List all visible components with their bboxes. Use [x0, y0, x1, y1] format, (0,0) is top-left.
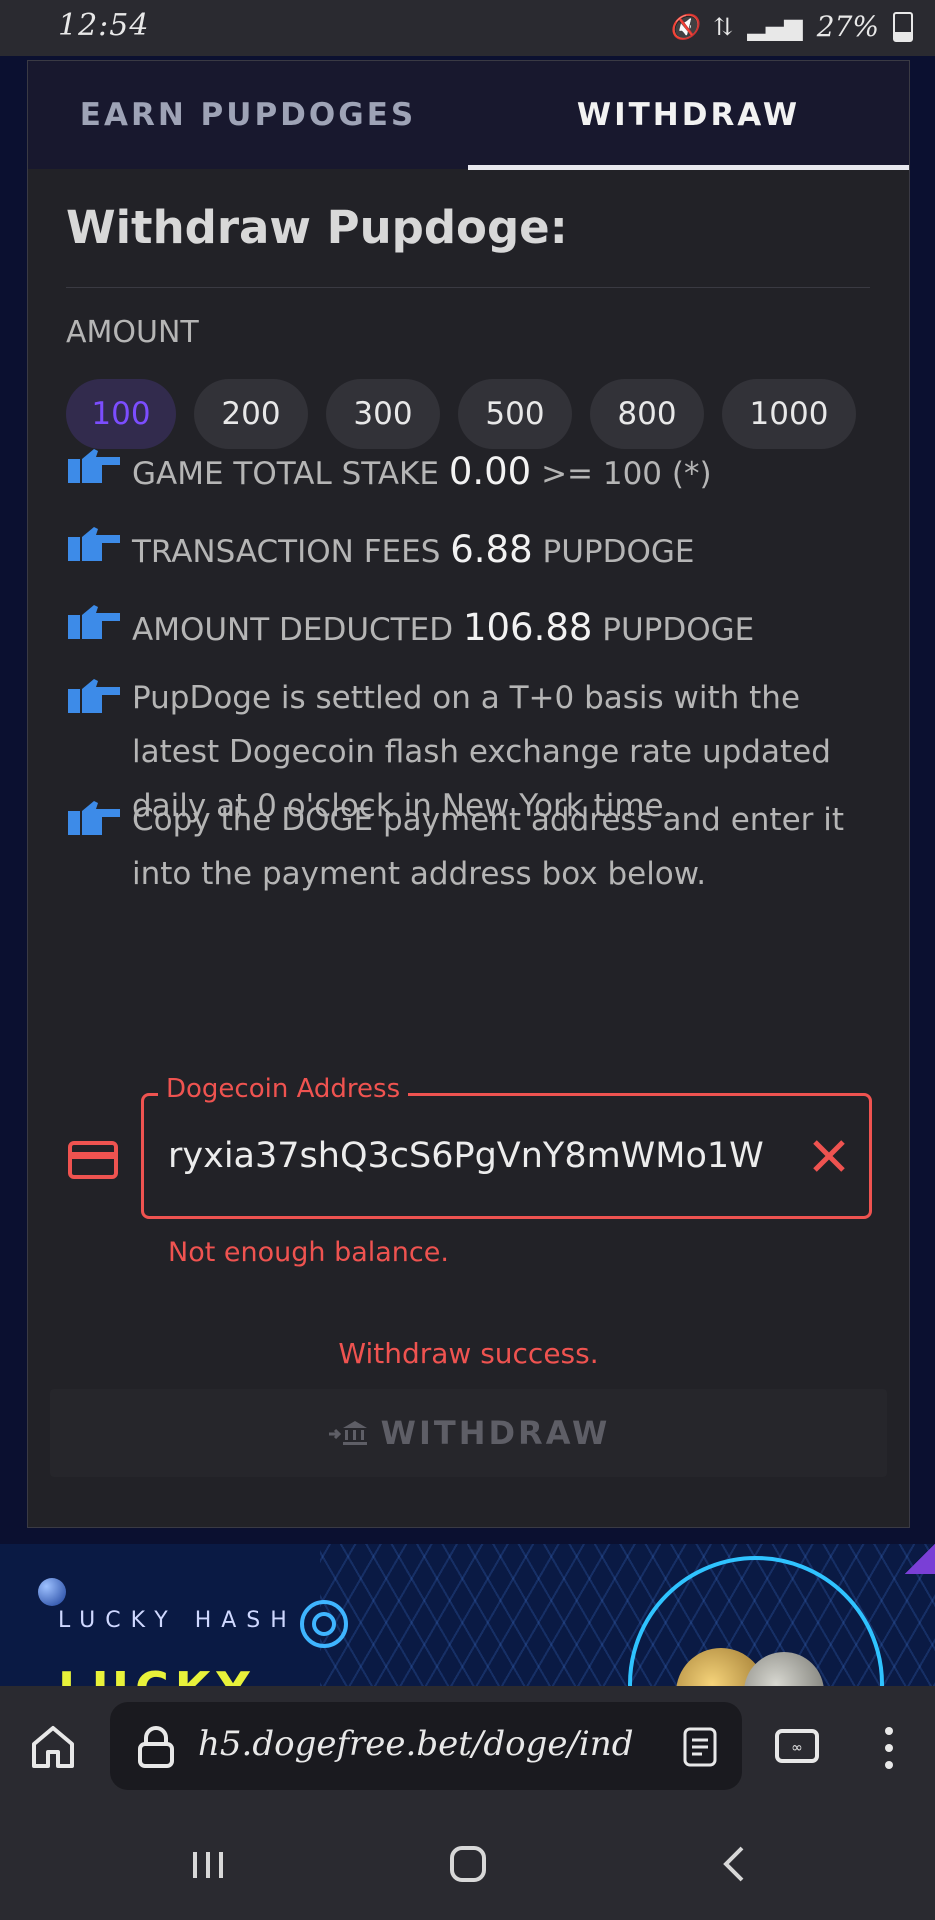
- amount-chip-200[interactable]: 200: [194, 379, 308, 449]
- mute-icon: 🔇: [669, 12, 700, 41]
- back-icon[interactable]: [720, 1844, 746, 1884]
- reader-mode-icon[interactable]: [682, 1726, 718, 1768]
- stake-label: GAME TOTAL STAKE: [132, 456, 439, 492]
- info-fees: TRANSACTION FEES 6.88 PUPDOGE: [66, 523, 694, 579]
- lock-icon: [138, 1726, 174, 1768]
- amount-chip-300[interactable]: 300: [326, 379, 440, 449]
- thumbs-up-point-icon: [68, 605, 120, 639]
- status-bar: 12:54 🔇 ⇅ ▂▄▆ 27%: [0, 0, 935, 56]
- amount-chip-1000[interactable]: 1000: [722, 379, 856, 449]
- banner-corner-accent: [905, 1544, 935, 1574]
- amount-chip-500[interactable]: 500: [458, 379, 572, 449]
- battery-percent: 27%: [816, 10, 879, 43]
- home-icon[interactable]: [30, 1724, 76, 1768]
- banner-brand: LUCKY HASH: [58, 1608, 297, 1633]
- success-message: Withdraw success.: [338, 1337, 599, 1370]
- settle-line-1: PupDoge is settled on a T+0 basis with t…: [132, 680, 801, 716]
- amount-chip-group: 100 200 300 500 800 1000: [66, 379, 856, 449]
- amount-chip-800[interactable]: 800: [590, 379, 704, 449]
- url-bar[interactable]: h5.dogefree.bet/doge/ind: [110, 1702, 742, 1790]
- fees-value: 6.88: [450, 528, 533, 571]
- thumbs-up-point-icon: [68, 801, 120, 835]
- copy-line-2: into the payment address box below.: [132, 856, 707, 892]
- data-arrows-icon: ⇅: [713, 12, 734, 41]
- close-icon[interactable]: [809, 1136, 849, 1176]
- info-deducted: AMOUNT DEDUCTED 106.88 PUPDOGE: [66, 601, 754, 657]
- credit-card-icon: [68, 1141, 118, 1179]
- recent-apps-icon[interactable]: [190, 1850, 226, 1880]
- planet-icon: [38, 1578, 66, 1606]
- page-title: Withdraw Pupdoge:: [66, 201, 568, 254]
- divider: [66, 287, 870, 288]
- amount-label: AMOUNT: [66, 315, 199, 350]
- signal-icon: ▂▄▆: [747, 12, 803, 41]
- withdraw-button-label: WITHDRAW: [380, 1414, 611, 1452]
- deducted-label: AMOUNT DEDUCTED: [132, 612, 454, 648]
- battery-icon: [893, 11, 913, 42]
- status-icons: 🔇 ⇅ ▂▄▆ 27%: [669, 10, 913, 43]
- browser-toolbar: h5.dogefree.bet/doge/ind ∞: [0, 1686, 935, 1800]
- address-input-value[interactable]: ryxia37shQ3cS6PgVnY8mWMo1W: [168, 1136, 768, 1176]
- system-nav-bar: [0, 1800, 935, 1920]
- stake-value: 0.00: [448, 450, 532, 493]
- stake-suffix: >= 100 (*): [541, 456, 712, 492]
- nav-home-icon[interactable]: [450, 1846, 486, 1882]
- thumbs-up-point-icon: [68, 527, 120, 561]
- active-tab-indicator: [468, 165, 909, 170]
- tabs-icon[interactable]: ∞: [774, 1728, 820, 1764]
- settle-line-2: latest Dogecoin flash exchange rate upda…: [132, 734, 831, 770]
- address-field-label: Dogecoin Address: [158, 1074, 409, 1104]
- info-settle-icon-row: [66, 675, 132, 715]
- withdraw-button[interactable]: WITHDRAW: [50, 1389, 887, 1477]
- hash-logo-icon: [300, 1600, 348, 1648]
- banner-headline: LUCKY HASH: [58, 1662, 348, 1686]
- tab-earn-pupdoges[interactable]: EARN PUPDOGES: [28, 61, 468, 169]
- amount-chip-100[interactable]: 100: [66, 379, 176, 449]
- address-error-text: Not enough balance.: [168, 1237, 449, 1268]
- status-time: 12:54: [58, 8, 150, 43]
- fees-label: TRANSACTION FEES: [132, 534, 441, 570]
- info-copy-icon-row: [66, 797, 132, 837]
- deducted-unit: PUPDOGE: [602, 612, 755, 648]
- tab-withdraw[interactable]: WITHDRAW: [468, 61, 909, 169]
- withdraw-card: EARN PUPDOGES WITHDRAW Withdraw Pupdoge:…: [27, 60, 910, 1528]
- info-stake: GAME TOTAL STAKE 0.00 >= 100 (*): [66, 445, 712, 501]
- info-copy-text: Copy the DOGE payment address and enter …: [132, 793, 892, 901]
- bank-transfer-icon: [328, 1421, 367, 1445]
- copy-line-1: Copy the DOGE payment address and enter …: [132, 802, 845, 838]
- svg-text:∞: ∞: [791, 1740, 803, 1756]
- lucky-hash-banner[interactable]: LUCKY HASH LUCKY HASH: [0, 1544, 935, 1686]
- more-menu-icon[interactable]: [884, 1726, 894, 1770]
- deducted-value: 106.88: [462, 606, 593, 649]
- tab-bar: EARN PUPDOGES WITHDRAW: [28, 61, 909, 170]
- dogecoin-address-field[interactable]: Dogecoin Address ryxia37shQ3cS6PgVnY8mWM…: [141, 1074, 872, 1219]
- thumbs-up-point-icon: [68, 449, 120, 483]
- fees-unit: PUPDOGE: [542, 534, 695, 570]
- url-text[interactable]: h5.dogefree.bet/doge/ind: [198, 1724, 678, 1764]
- thumbs-up-point-icon: [68, 679, 120, 713]
